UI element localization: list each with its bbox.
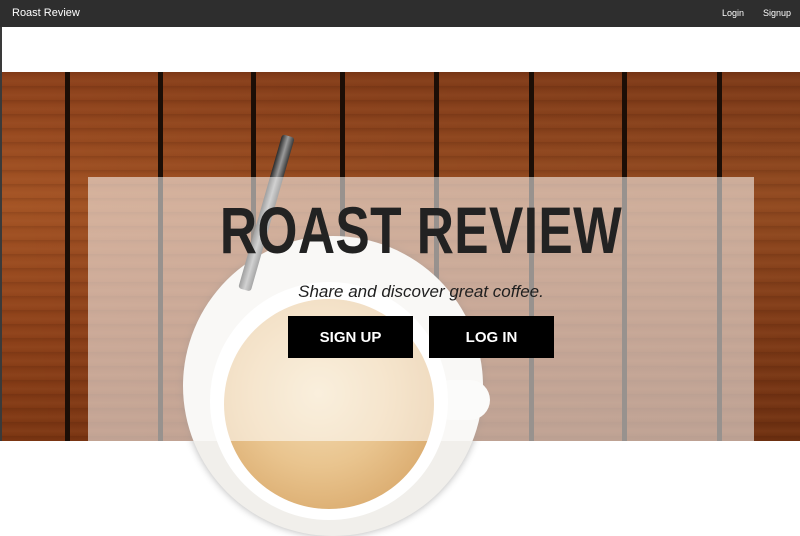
signup-button[interactable]: SIGN UP bbox=[288, 316, 413, 358]
brand-link[interactable]: Roast Review bbox=[12, 7, 80, 19]
hero-title: ROAST REVIEW bbox=[219, 193, 623, 267]
nav-links: Login Signup bbox=[722, 8, 791, 18]
wood-plank bbox=[2, 72, 68, 441]
header-spacer bbox=[2, 27, 800, 72]
top-navbar: Roast Review Login Signup bbox=[0, 0, 800, 27]
login-button[interactable]: LOG IN bbox=[429, 316, 554, 358]
nav-signup-link[interactable]: Signup bbox=[763, 8, 791, 18]
hero-tagline: Share and discover great coffee. bbox=[298, 282, 544, 301]
nav-login-link[interactable]: Login bbox=[722, 8, 744, 18]
hero-overlay-panel: ROAST REVIEW Share and discover great co… bbox=[88, 177, 754, 441]
